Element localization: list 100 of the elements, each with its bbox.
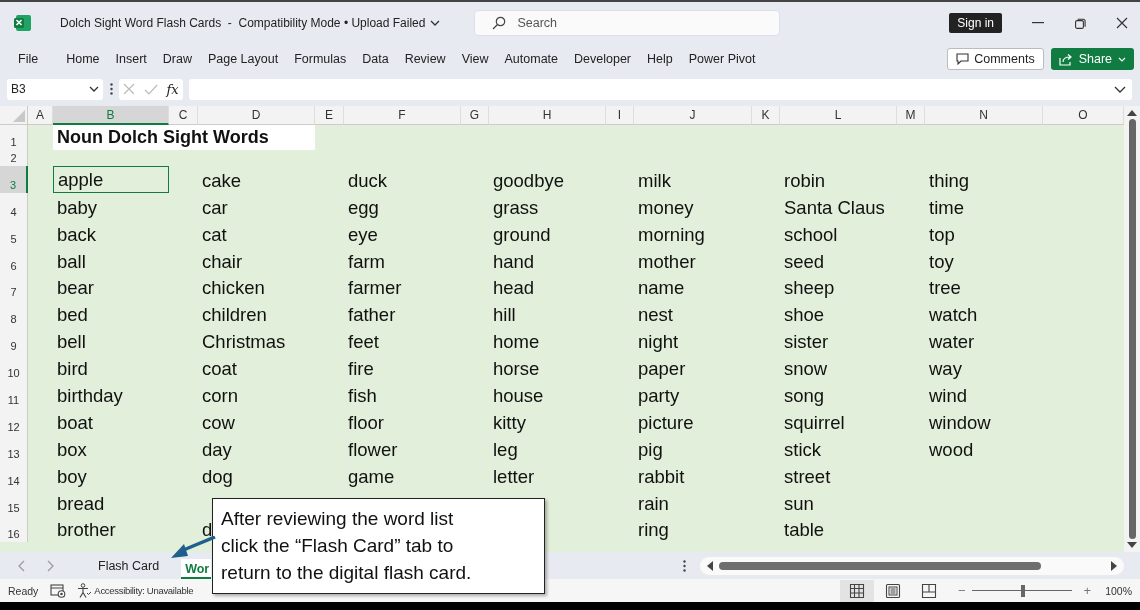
active-cell[interactable]: apple — [53, 166, 169, 193]
caret-icon — [1118, 56, 1126, 62]
sight-word: coat — [202, 358, 237, 381]
ribbon-tab[interactable]: Developer — [566, 48, 639, 70]
zoom-slider-thumb[interactable] — [1020, 584, 1025, 597]
row-header[interactable]: 10 — [0, 354, 28, 382]
zoom-out-button[interactable]: − — [953, 583, 970, 598]
sight-word: water — [929, 331, 975, 354]
sight-word: egg — [348, 196, 379, 219]
ribbon-tab[interactable]: Draw — [154, 48, 200, 70]
sight-word: window — [929, 411, 991, 434]
column-header[interactable]: B — [53, 106, 169, 125]
scroll-up-icon[interactable] — [1127, 109, 1137, 116]
column-header[interactable]: I — [606, 106, 634, 125]
row-header[interactable]: 15 — [0, 488, 28, 516]
macro-recording-icon[interactable] — [50, 583, 67, 598]
zoom-in-button[interactable]: + — [1079, 583, 1096, 598]
ribbon-tab[interactable]: Help — [639, 48, 681, 70]
row-header[interactable]: 6 — [0, 246, 28, 274]
column-header[interactable]: F — [344, 106, 461, 125]
sight-word: Santa Claus — [784, 196, 885, 219]
close-icon[interactable] — [1116, 16, 1128, 30]
sight-word: letter — [493, 465, 535, 488]
scroll-left-icon[interactable] — [706, 560, 713, 571]
column-header[interactable]: D — [198, 106, 315, 125]
ribbon-tab[interactable]: Insert — [107, 48, 155, 70]
comments-button[interactable]: Comments — [947, 48, 1044, 70]
ribbon-tab[interactable]: File — [10, 48, 47, 70]
sight-word: thing — [929, 169, 970, 192]
column-header[interactable]: C — [169, 106, 198, 125]
ribbon-tab[interactable]: Automate — [496, 48, 567, 70]
row-header[interactable]: 4 — [0, 192, 28, 220]
ribbon-tab[interactable]: Data — [354, 48, 397, 70]
sight-word: toy — [929, 250, 954, 273]
sight-word: bread — [57, 492, 105, 515]
sight-word: kitty — [493, 411, 526, 434]
sight-word: night — [638, 331, 679, 354]
callout-box: After reviewing the word list click the “Flash Card” tab to return to the digital flash card. — [212, 498, 545, 594]
scroll-right-icon[interactable] — [1111, 560, 1118, 571]
sight-word: sister — [784, 331, 829, 354]
column-header[interactable]: J — [634, 106, 752, 125]
row-header[interactable]: 1 — [0, 125, 28, 150]
ribbon-tab[interactable]: View — [453, 48, 497, 70]
column-header[interactable]: N — [925, 106, 1043, 125]
sight-word: rain — [638, 492, 669, 515]
more-icon[interactable] — [109, 83, 113, 95]
column-header[interactable]: M — [897, 106, 925, 125]
column-header[interactable]: G — [461, 106, 489, 125]
accessibility-icon[interactable] — [76, 582, 93, 599]
formula-field[interactable] — [189, 78, 1132, 100]
share-button[interactable]: Share — [1050, 48, 1134, 70]
sheet-tab[interactable]: Flash Card — [90, 555, 168, 576]
row-header[interactable]: 5 — [0, 219, 28, 247]
search-field[interactable]: Search — [474, 10, 781, 36]
sight-word: boat — [57, 411, 93, 434]
column-header[interactable]: A — [28, 106, 53, 125]
column-header[interactable]: H — [489, 106, 606, 125]
sight-word: grass — [493, 196, 539, 219]
column-header[interactable]: K — [752, 106, 780, 125]
normal-view-icon[interactable] — [839, 579, 874, 602]
ribbon-tab[interactable]: Power Pivot — [680, 48, 764, 70]
sign-in-button[interactable]: Sign in — [949, 13, 1002, 33]
zoom-level[interactable]: 100% — [1105, 584, 1132, 597]
sight-word: eye — [348, 223, 378, 246]
scrollbar-thumb[interactable] — [719, 561, 1041, 570]
sight-word: cake — [202, 169, 242, 192]
sheet-tab[interactable]: Wor — [181, 559, 212, 579]
sight-word: money — [638, 196, 694, 219]
name-box[interactable]: B3 — [7, 78, 103, 100]
row-header[interactable]: 13 — [0, 434, 28, 462]
accessibility-status[interactable]: Accessibility: Unavailable — [94, 585, 194, 596]
row-header[interactable]: 11 — [0, 381, 28, 408]
restore-icon[interactable] — [1074, 16, 1086, 30]
scroll-down-icon[interactable] — [1127, 542, 1137, 549]
row-header[interactable]: 9 — [0, 327, 28, 355]
document-title[interactable]: Dolch Sight Word Flash Cards - Compatibility Mode • Upload Failed — [60, 13, 441, 33]
sight-word: duck — [348, 169, 388, 192]
ribbon-tab[interactable]: Page Layout — [199, 48, 287, 70]
ribbon-tab[interactable]: Formulas — [286, 48, 355, 70]
row-header[interactable]: 8 — [0, 300, 28, 328]
title-cell[interactable]: Noun Dolch Sight Words — [53, 125, 315, 150]
sight-word: ring — [638, 519, 669, 542]
column-header[interactable]: L — [780, 106, 897, 125]
sight-word: d — [202, 519, 213, 542]
row-header[interactable]: 14 — [0, 461, 28, 489]
scrollbar-thumb[interactable] — [1128, 119, 1136, 539]
ribbon-tab[interactable]: Review — [396, 48, 454, 70]
row-header[interactable]: 12 — [0, 408, 28, 435]
row-header[interactable]: 16 — [0, 515, 28, 543]
row-header[interactable]: 2 — [0, 150, 28, 166]
column-header[interactable]: O — [1043, 106, 1124, 125]
sight-word: mother — [638, 250, 696, 273]
sight-word: school — [784, 223, 838, 246]
expand-icon[interactable] — [1114, 85, 1126, 93]
insert-function-button[interactable]: fx — [166, 81, 179, 97]
ribbon-tab[interactable]: Home — [58, 48, 108, 70]
row-header[interactable]: 3 — [0, 166, 28, 193]
more-icon[interactable] — [683, 559, 686, 572]
column-header[interactable]: E — [315, 106, 344, 125]
row-header[interactable]: 7 — [0, 273, 28, 301]
